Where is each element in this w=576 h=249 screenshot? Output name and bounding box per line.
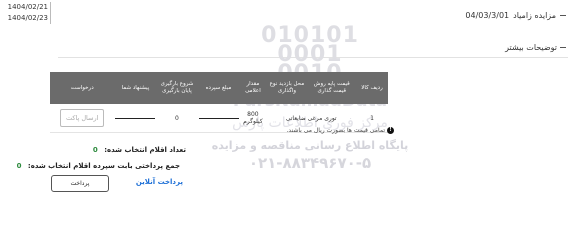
title-code: 04/03/3/01: [465, 11, 510, 20]
start-date: 1404/02/21: [7, 3, 48, 11]
header-amount: مقدار اعلامی: [239, 72, 267, 104]
deposit-total-row: جمع پرداختی بابت سپرده اقلام انتخاب شده:…: [17, 162, 180, 170]
offer-input[interactable]: [115, 117, 156, 119]
items-table: ردیف کالا قیمت پایه روش قیمت گذاری محل ب…: [50, 72, 388, 133]
header-loading: شروع بارگیری پایان بارگیری: [156, 72, 198, 104]
divider: [58, 57, 568, 58]
watermark-number: 010101: [261, 23, 359, 48]
watermark-number: 0001: [277, 42, 343, 67]
deposit-value: 0: [156, 104, 198, 133]
header-row-item: ردیف کالا: [356, 72, 388, 104]
more-description-toggle[interactable]: توضیحات بیشتر: [505, 43, 566, 52]
title-prefix: مزایده زامیاد: [513, 11, 556, 20]
more-description-label: توضیحات بیشتر: [505, 43, 557, 52]
amount-unit: کیلوگرم: [243, 118, 263, 125]
info-icon: !: [387, 127, 394, 134]
dash-icon: [560, 47, 566, 48]
offer-cell: [114, 104, 157, 133]
selected-count-row: تعداد اقلام انتخاب شده: 0: [93, 146, 186, 154]
pay-button[interactable]: پرداخت: [51, 175, 109, 192]
page-title: مزایده زامیاد 04/03/3/01: [465, 11, 566, 20]
selected-count-label: تعداد اقلام انتخاب شده:: [104, 146, 186, 154]
date-range: 1404/02/21 1404/02/23: [2, 2, 51, 24]
dash-icon: [560, 15, 566, 16]
note-text: تمامی قیمت ها بصورت ریال می باشند.: [286, 127, 385, 134]
price-placeholder: [198, 117, 239, 119]
header-visit-place: محل بازدید نوع واگذاری: [266, 72, 308, 104]
watermark-phone: ۰۲۱-۸۸۳۴۹۶۷۰-۵: [248, 154, 372, 172]
online-payment-label: پرداخت آنلاین: [135, 178, 183, 186]
deposit-total-value: 0: [16, 162, 22, 170]
table-header-row: ردیف کالا قیمت پایه روش قیمت گذاری محل ب…: [50, 72, 388, 104]
header-request: درخواست: [50, 72, 115, 104]
deposit-total-label: جمع پرداختی بابت سپرده اقلام انتخاب شده:: [27, 162, 180, 170]
header-base-price: قیمت پایه روش قیمت گذاری: [307, 72, 357, 104]
send-envelope-button[interactable]: ارسال پاکت: [60, 109, 105, 127]
price-cell: [197, 104, 240, 133]
watermark-tagline: پایگاه اطلاع رسانی مناقصه و مزایده: [211, 139, 409, 152]
request-cell: ارسال پاکت: [50, 104, 115, 133]
amount-cell: 800 کیلوگرم: [239, 104, 267, 133]
amount-value: 800: [247, 111, 259, 118]
header-deposit: مبلغ سپرده: [197, 72, 240, 104]
header-your-offer: پیشنهاد شما: [114, 72, 157, 104]
currency-note: ! تمامی قیمت ها بصورت ریال می باشند.: [286, 127, 394, 134]
end-date: 1404/02/23: [7, 14, 48, 22]
selected-count-value: 0: [92, 146, 98, 154]
